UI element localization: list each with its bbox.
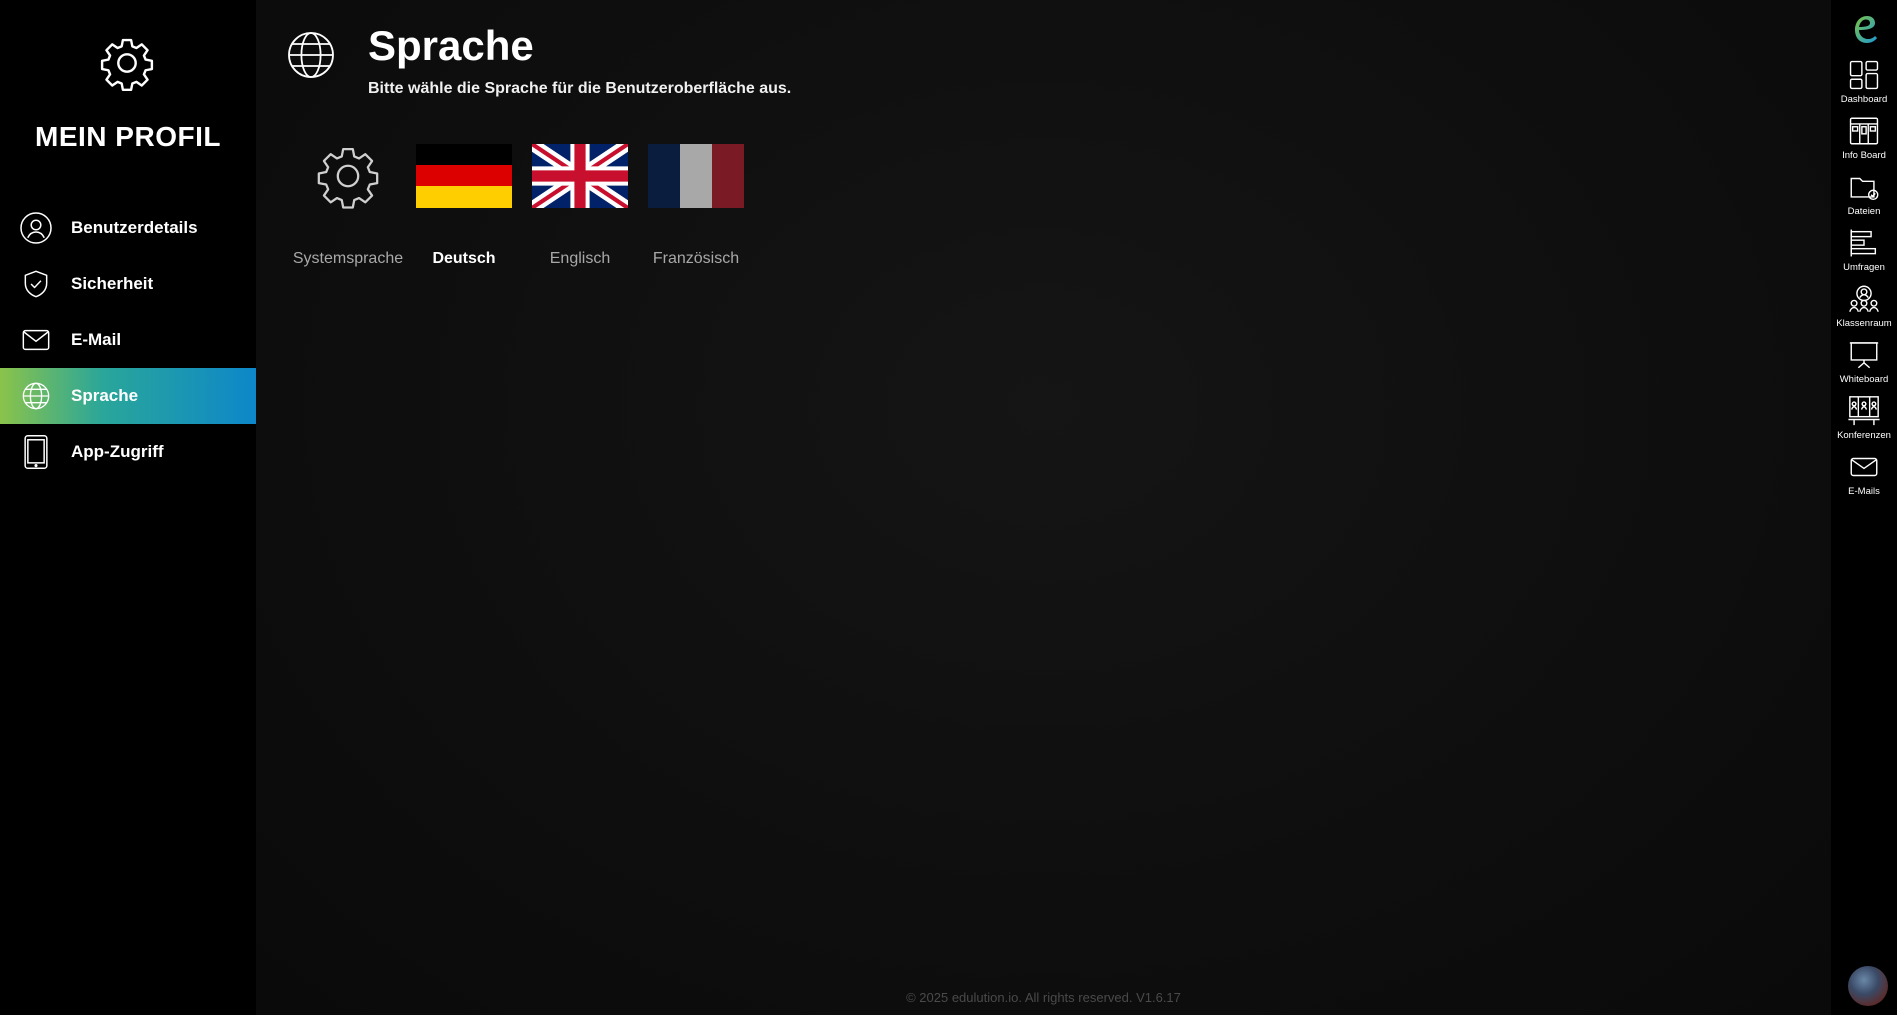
app-umfragen[interactable]: Umfragen (1831, 226, 1897, 282)
app-label: Info Board (1842, 150, 1886, 161)
sidebar-item-label: Sprache (71, 386, 139, 405)
app-info-board[interactable]: Info Board (1831, 114, 1897, 170)
app-konferenzen[interactable]: Konferenzen (1831, 394, 1897, 450)
sidebar-item-app-zugriff[interactable]: App-Zugriff (0, 424, 256, 480)
app-whiteboard[interactable]: Whiteboard (1831, 338, 1897, 394)
language-label: Deutsch (432, 250, 496, 267)
language-option-franzoesisch[interactable]: Französisch (638, 143, 754, 268)
sidebar-item-email[interactable]: E-Mail (0, 312, 256, 368)
globe-icon (288, 32, 334, 78)
sidebar-item-sicherheit[interactable]: Sicherheit (0, 256, 256, 312)
surveys-icon (1850, 229, 1877, 257)
sidebar-item-label: Sicherheit (71, 274, 154, 293)
language-label: Französisch (652, 250, 740, 267)
app-label: Umfragen (1843, 262, 1885, 273)
avatar[interactable] (1848, 966, 1888, 1006)
french-flag-icon (648, 143, 744, 208)
uk-flag-icon (532, 143, 628, 208)
app-e-mails[interactable]: E-Mails (1831, 450, 1897, 506)
sidebar-nav: Benutzerdetails Sicherheit E-Mail Sprach… (0, 200, 256, 480)
app-label: Dateien (1847, 206, 1881, 217)
language-option-systemsprache[interactable]: Systemsprache (290, 143, 406, 268)
app-label: Klassenraum (1836, 318, 1892, 329)
language-options: Systemsprache Deutsch Englisch Französis… (290, 143, 754, 268)
app-bar: Dashboard Info Board Dateien Umfragen Kl… (1831, 0, 1897, 1015)
info-board-icon (1849, 117, 1879, 145)
sidebar-item-benutzerdetails[interactable]: Benutzerdetails (0, 200, 256, 256)
app-label: Dashboard (1840, 94, 1888, 105)
page-title: Sprache (368, 22, 534, 69)
sidebar-item-label: E-Mail (71, 330, 122, 349)
dashboard-icon (1849, 60, 1879, 90)
edulution-logo-icon[interactable] (1849, 10, 1881, 46)
page-subtitle: Bitte wähle die Sprache für die Benutzer… (368, 80, 792, 97)
profile-sidebar: MEIN PROFIL Benutzerdetails Sicherheit E… (0, 0, 256, 1015)
tablet-icon (17, 433, 55, 471)
language-label: Systemsprache (292, 250, 404, 267)
envelope-icon (17, 321, 55, 359)
gear-icon (317, 147, 379, 209)
gear-icon (100, 38, 154, 92)
footer-copyright: © 2025 edulution.io. All rights reserved… (906, 990, 1181, 1005)
shield-check-icon (17, 265, 55, 303)
app-list: Dashboard Info Board Dateien Umfragen Kl… (1831, 58, 1897, 506)
app-label: E-Mails (1848, 486, 1880, 497)
conferences-icon (1848, 396, 1880, 426)
app-dashboard[interactable]: Dashboard (1831, 58, 1897, 114)
language-option-deutsch[interactable]: Deutsch (406, 143, 522, 268)
sidebar-item-label: App-Zugriff (71, 442, 164, 461)
sidebar-title: MEIN PROFIL (35, 121, 221, 152)
app-label: Whiteboard (1839, 374, 1889, 385)
language-option-englisch[interactable]: Englisch (522, 143, 638, 268)
user-gear-icon (17, 209, 55, 247)
files-icon (1850, 177, 1879, 201)
classroom-icon (1849, 285, 1879, 312)
app-klassenraum[interactable]: Klassenraum (1831, 282, 1897, 338)
whiteboard-icon (1849, 342, 1879, 369)
german-flag-icon (416, 143, 512, 208)
app-label: Konferenzen (1837, 430, 1891, 441)
globe-icon (17, 377, 55, 415)
language-label: Englisch (549, 250, 611, 267)
mail-icon (1850, 457, 1878, 477)
app-dateien[interactable]: Dateien (1831, 170, 1897, 226)
sidebar-item-sprache[interactable]: Sprache (0, 368, 256, 424)
sidebar-item-label: Benutzerdetails (71, 218, 198, 237)
main-content: Sprache Bitte wähle die Sprache für die … (256, 0, 1831, 1015)
